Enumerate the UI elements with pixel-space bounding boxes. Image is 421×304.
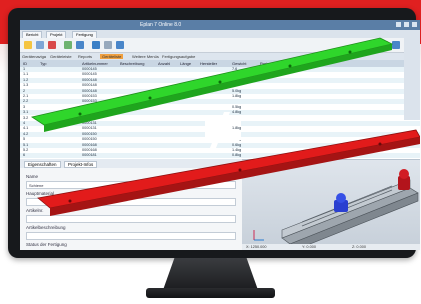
green-rail-part [31, 37, 394, 132]
monitor-bezel: Eplan 7 Online 8.0 Bericht Projekt Ferti… [8, 8, 420, 258]
not-equal-icon [205, 112, 241, 148]
red-rail-part [37, 129, 420, 216]
monitor-stand-neck [163, 258, 258, 290]
monitor-stand-base [146, 288, 275, 298]
monitor-screen: Eplan 7 Online 8.0 Bericht Projekt Ferti… [20, 20, 420, 250]
comparison-overlay [31, 37, 420, 216]
